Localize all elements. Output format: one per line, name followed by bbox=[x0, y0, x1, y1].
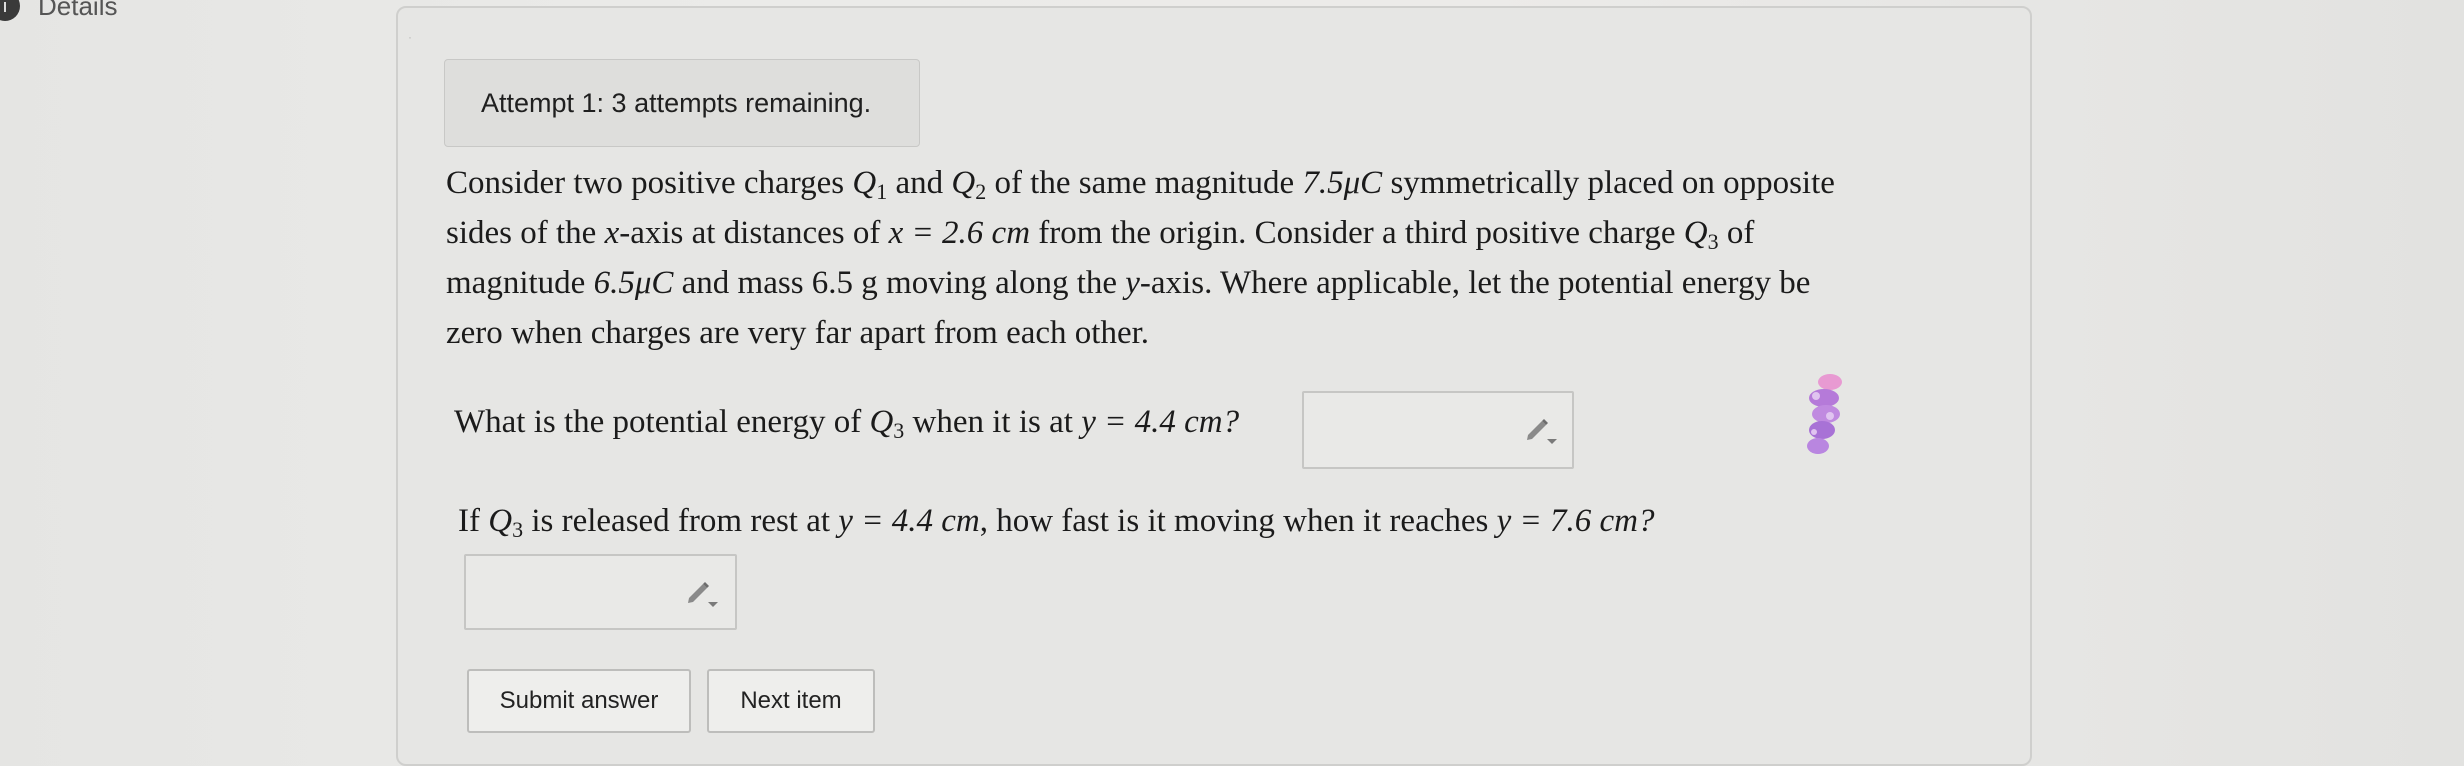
charge-symbol: Q bbox=[869, 404, 894, 440]
problem-statement: Consider two positive charges Q1 and Q2 … bbox=[446, 158, 1966, 358]
charge-subscript: 1 bbox=[876, 179, 888, 204]
answer-input-2[interactable] bbox=[464, 554, 737, 630]
details-header[interactable]: i Details bbox=[0, 0, 117, 26]
problem-text: -axis at distances of bbox=[619, 215, 889, 251]
position-expression: y = 4.4 cm bbox=[838, 503, 980, 539]
problem-text: from the origin. Consider a third positi… bbox=[1030, 215, 1684, 251]
question-1: What is the potential energy of Q3 when … bbox=[454, 404, 1240, 443]
axis-symbol: y bbox=[1125, 265, 1140, 301]
charge-magnitude: 6.5μC bbox=[593, 265, 674, 301]
screen: i Details · Attempt 1: 3 attempts remain… bbox=[0, 0, 2464, 766]
question-text: when it is at bbox=[904, 404, 1082, 440]
problem-text: of bbox=[1718, 215, 1755, 251]
charge-subscript: 3 bbox=[893, 418, 905, 443]
next-item-button[interactable]: Next item bbox=[707, 669, 875, 733]
pencil-dropdown-icon[interactable] bbox=[685, 578, 719, 608]
problem-text: -axis. Where applicable, let the potenti… bbox=[1139, 265, 1811, 301]
question-2: If Q3 is released from rest at y = 4.4 c… bbox=[458, 503, 1655, 542]
problem-text: of the same magnitude bbox=[986, 165, 1303, 201]
attempt-status-text: Attempt 1: 3 attempts remaining. bbox=[481, 87, 872, 118]
charge-magnitude: 7.5μC bbox=[1302, 165, 1383, 201]
charge-symbol: Q bbox=[488, 503, 513, 539]
distance-expression: x = 2.6 cm bbox=[888, 215, 1031, 251]
attempt-status-box: Attempt 1: 3 attempts remaining. bbox=[444, 59, 920, 147]
problem-line: sides of the x-axis at distances of x = … bbox=[446, 208, 1966, 258]
problem-text: Consider two positive charges bbox=[446, 165, 853, 201]
submit-answer-button[interactable]: Submit answer bbox=[467, 669, 691, 733]
answer-input-1[interactable] bbox=[1302, 391, 1574, 469]
charge-symbol: Q bbox=[951, 165, 976, 201]
problem-text: magnitude bbox=[446, 265, 594, 301]
problem-text: symmetrically placed on opposite bbox=[1382, 165, 1835, 201]
pencil-dropdown-icon[interactable] bbox=[1524, 415, 1558, 445]
position-expression: y = 7.6 cm? bbox=[1496, 503, 1655, 539]
charge-symbol: Q bbox=[1683, 215, 1708, 251]
details-label: Details bbox=[38, 0, 118, 21]
sticker-decoration-icon bbox=[1807, 374, 1842, 454]
question-text: is released from rest at bbox=[523, 503, 839, 539]
decorative-mark: · bbox=[408, 30, 412, 44]
charge-subscript: 3 bbox=[1707, 229, 1719, 254]
problem-text: sides of the bbox=[446, 215, 605, 251]
axis-symbol: x bbox=[604, 215, 620, 251]
charge-subscript: 2 bbox=[975, 179, 987, 204]
problem-line: magnitude 6.5μC and mass 6.5 g moving al… bbox=[446, 258, 1966, 308]
problem-line: Consider two positive charges Q1 and Q2 … bbox=[446, 158, 1966, 208]
problem-text: and bbox=[887, 165, 952, 201]
info-icon: i bbox=[0, 0, 20, 21]
question-text: , how fast is it moving when it reaches bbox=[979, 503, 1497, 539]
charge-subscript: 3 bbox=[512, 517, 524, 542]
problem-line: zero when charges are very far apart fro… bbox=[446, 315, 1150, 351]
charge-symbol: Q bbox=[852, 165, 877, 201]
question-text: If bbox=[458, 503, 489, 539]
question-text: What is the potential energy of bbox=[454, 404, 870, 440]
problem-text: and mass 6.5 g moving along the bbox=[673, 265, 1126, 301]
position-expression: y = 4.4 cm? bbox=[1081, 404, 1240, 440]
